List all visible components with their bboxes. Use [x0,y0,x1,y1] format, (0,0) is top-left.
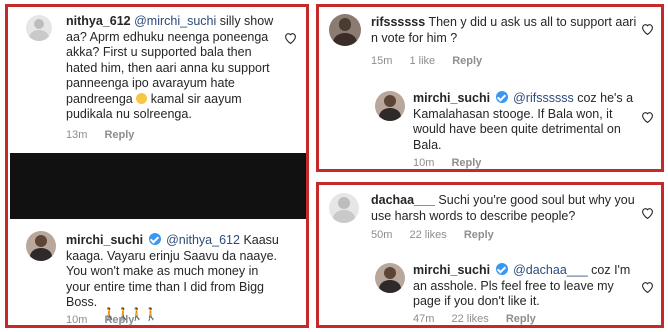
reply-button[interactable]: Reply [452,55,482,67]
timestamp: 13m [66,129,88,141]
like-count[interactable]: 22 likes [451,313,488,325]
avatar[interactable] [329,193,359,223]
reply-button[interactable]: Reply [506,313,536,325]
avatar[interactable] [375,91,405,121]
heart-icon[interactable] [641,23,654,35]
avatar[interactable] [26,231,56,261]
reply-button[interactable]: Reply [451,157,481,169]
grinning-sweat-emoji-icon [136,92,148,104]
comment-meta: 13m Reply [66,129,148,141]
avatar[interactable] [26,15,52,41]
mention-link[interactable]: @nithya_612 [166,233,240,247]
like-count[interactable]: 1 like [409,55,435,67]
comment-meta: 10m Reply [413,157,495,169]
comment-text: rifssssss Then y did u ask us all to sup… [371,15,637,46]
username[interactable]: rifssssss [371,15,425,29]
timestamp: 47m [413,313,435,325]
heart-icon[interactable] [641,281,654,293]
username[interactable]: mirchi_suchi [66,233,143,247]
bottom-right-panel: dachaa___ Suchi you're good soul but why… [316,182,664,328]
username[interactable]: mirchi_suchi [413,263,490,277]
comment-nithya: nithya_612 @mirchi_suchi silly show aa? … [8,7,306,147]
mention-link[interactable]: @mirchi_suchi [134,14,216,28]
mention-link[interactable]: @dachaa___ [513,263,588,277]
comment-meta: 47m 22 likes Reply [413,313,550,325]
redaction-bar [10,153,306,219]
comment-text: mirchi_suchi @dachaa___ coz I'm an assho… [413,263,643,310]
comment-text: nithya_612 @mirchi_suchi silly show aa? … [66,14,276,123]
heart-icon[interactable] [284,32,297,44]
heart-icon[interactable] [641,207,654,219]
username[interactable]: nithya_612 [66,14,131,28]
verified-badge-icon [495,91,508,103]
avatar[interactable] [375,263,405,293]
verified-badge-icon [148,233,161,245]
comment-text: mirchi_suchi @nithya_612 Kaasu kaaga. Va… [66,233,284,311]
reply-button[interactable]: Reply [464,229,494,241]
username[interactable]: dachaa___ [371,193,435,207]
top-right-panel: rifssssss Then y did u ask us all to sup… [316,4,664,172]
comment-suchi-reply: mirchi_suchi @nithya_612 Kaasu kaaga. Va… [8,225,306,326]
comment-text: dachaa___ Suchi you're good soul but why… [371,193,637,224]
comment-suchi-reply: mirchi_suchi @rifssssss coz he's a Kamal… [319,85,661,169]
timestamp: 10m [66,314,88,326]
comment-rifssssss: rifssssss Then y did u ask us all to sup… [319,7,661,77]
username[interactable]: mirchi_suchi [413,91,490,105]
comment-meta: 50m 22 likes Reply [371,229,508,241]
timestamp: 10m [413,157,435,169]
avatar[interactable] [329,14,361,46]
left-panel: nithya_612 @mirchi_suchi silly show aa? … [5,4,309,328]
comment-meta: 15m 1 like Reply [371,55,496,67]
timestamp: 50m [371,229,393,241]
heart-icon[interactable] [641,111,654,123]
timestamp: 15m [371,55,393,67]
comment-suchi-reply: mirchi_suchi @dachaa___ coz I'm an assho… [319,257,661,325]
like-count[interactable]: 22 likes [409,229,446,241]
comment-text: mirchi_suchi @rifssssss coz he's a Kamal… [413,91,643,153]
evolution-watermark-icon: 🚶🚶🚶🚶 [102,307,159,321]
mention-link[interactable]: @rifssssss [513,91,574,105]
reply-button[interactable]: Reply [104,129,134,141]
comment-dachaa: dachaa___ Suchi you're good soul but why… [319,185,661,247]
verified-badge-icon [495,263,508,275]
